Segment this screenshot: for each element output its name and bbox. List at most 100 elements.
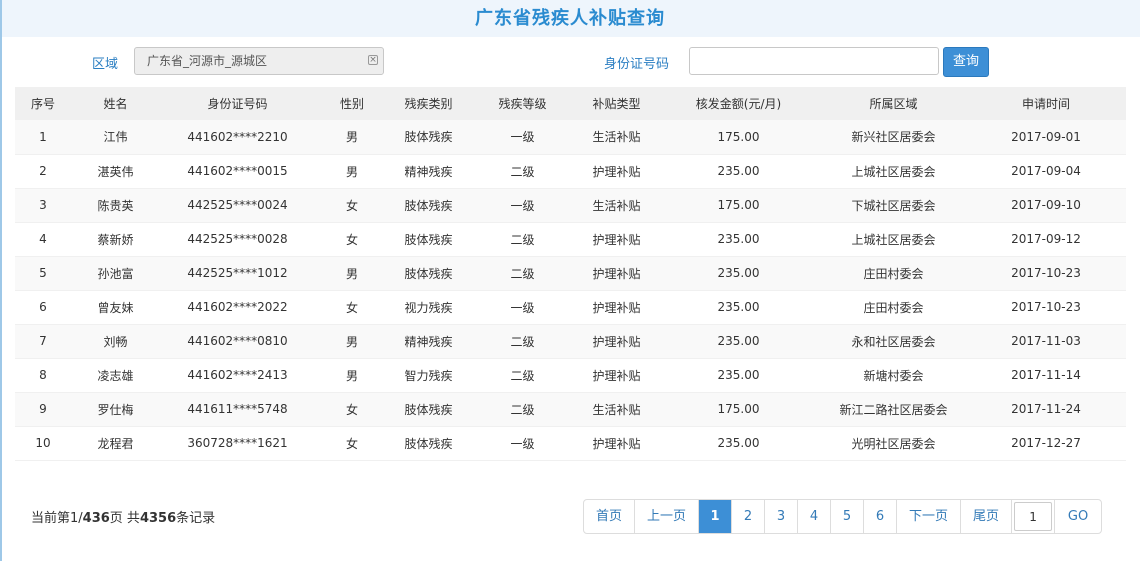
table-cell: 360728****1621 [160,426,315,461]
summary-middle: 页 共 [109,511,140,526]
table-cell: 女 [315,188,389,223]
table-cell: 235.00 [656,256,821,291]
table-cell: 庄田村委会 [821,256,966,291]
record-summary: 当前第1/436页 共4356条记录 [31,507,215,526]
table-cell: 442525****0028 [160,222,315,257]
table-cell: 二级 [468,392,577,427]
title-bar: 广东省残疾人补贴查询 [0,0,1140,37]
table-cell: 2017-11-03 [966,324,1126,359]
summary-suffix: 条记录 [176,511,216,526]
table-row: 5 孙池富 442525****1012 男肢体残疾 二级 护理补贴 235.00 庄田村委会… [15,256,1126,291]
column-header: 补贴类型 [577,87,656,120]
table-cell: 2017-09-04 [966,154,1126,189]
table-cell: 罗仕梅 [71,392,160,427]
table-cell: 2017-10-23 [966,256,1126,291]
table-cell: 护理补贴 [577,358,656,393]
page-button-5[interactable]: 5 [831,500,865,533]
table-cell: 8 [15,358,71,393]
go-button[interactable]: GO [1055,500,1101,533]
area-select[interactable]: 广东省_河源市_源城区 × [134,47,384,75]
table-cell: 智力残疾 [389,358,468,393]
table-cell: 10 [15,426,71,461]
table-cell: 陈贵英 [71,188,160,223]
table-cell: 235.00 [656,154,821,189]
table-cell: 肢体残疾 [389,426,468,461]
column-header: 序号 [15,87,71,120]
table-row: 7 刘畅 441602****0810 男精神残疾 二级 护理补贴 235.00 永和社区居委… [15,324,1126,359]
table-cell: 刘畅 [71,324,160,359]
table-cell: 龙程君 [71,426,160,461]
table-cell: 5 [15,256,71,291]
table-cell: 男 [315,324,389,359]
table-cell: 2017-10-23 [966,290,1126,325]
table-cell: 庄田村委会 [821,290,966,325]
table-cell: 235.00 [656,324,821,359]
column-header: 残疾等级 [468,87,577,120]
column-header: 姓名 [71,87,160,120]
next-page-button[interactable]: 下一页 [897,500,962,533]
table-cell: 235.00 [656,426,821,461]
table-cell: 2017-09-12 [966,222,1126,257]
table-cell: 2017-09-10 [966,188,1126,223]
prev-page-button[interactable]: 上一页 [635,500,700,533]
table-row: 6 曾友妹 441602****2022 女视力残疾 一级 护理补贴 235.00 庄田村委会… [15,290,1126,325]
results-table: 序号 姓名 身份证号码 性别 残疾类别 残疾等级 补贴类型 核发金额(元/月) … [15,87,1126,461]
table-cell: 护理补贴 [577,222,656,257]
id-number-label: 身份证号码 [604,57,670,72]
table-cell: 精神残疾 [389,154,468,189]
column-header: 身份证号码 [160,87,315,120]
table-cell: 2017-12-27 [966,426,1126,461]
table-cell: 新塘村委会 [821,358,966,393]
table-cell: 精神残疾 [389,324,468,359]
first-page-button[interactable]: 首页 [584,500,636,533]
page-button-3[interactable]: 3 [765,500,799,533]
table-cell: 男 [315,358,389,393]
table-cell: 生活补贴 [577,392,656,427]
table-cell: 235.00 [656,290,821,325]
table-cell: 男 [315,120,389,155]
table-cell: 441602****0015 [160,154,315,189]
table-cell: 441602****2022 [160,290,315,325]
table-cell: 护理补贴 [577,426,656,461]
table-cell: 视力残疾 [389,290,468,325]
table-cell: 442525****0024 [160,188,315,223]
table-cell: 曾友妹 [71,290,160,325]
query-button[interactable]: 查询 [943,47,989,77]
table-cell: 4 [15,222,71,257]
table-cell: 蔡新娇 [71,222,160,257]
page-jump-wrapper [1012,500,1056,533]
table-cell: 235.00 [656,222,821,257]
table-cell: 二级 [468,324,577,359]
table-row: 9 罗仕梅 441611****5748 女肢体残疾 二级 生活补贴 175.00 新江二路社… [15,392,1126,427]
id-number-input[interactable] [689,47,939,75]
table-row: 1 江伟 441602****2210 男肢体残疾 一级 生活补贴 175.00 新兴社区居委… [15,120,1126,155]
table-row: 10 龙程君 360728****1621 女肢体残疾 一级 护理补贴 235.00 光明社区… [15,426,1126,461]
table-cell: 441602****2210 [160,120,315,155]
table-cell: 永和社区居委会 [821,324,966,359]
table-cell: 新江二路社区居委会 [821,392,966,427]
page-button-1[interactable]: 1 [699,500,733,533]
column-header: 所属区域 [821,87,966,120]
table-cell: 6 [15,290,71,325]
table-cell: 175.00 [656,392,821,427]
page-jump-input[interactable] [1014,502,1053,531]
page-button-2[interactable]: 2 [732,500,766,533]
table-cell: 肢体残疾 [389,222,468,257]
table-cell: 175.00 [656,120,821,155]
last-page-button[interactable]: 尾页 [961,500,1013,533]
page-button-6[interactable]: 6 [864,500,898,533]
table-cell: 一级 [468,426,577,461]
column-header: 残疾类别 [389,87,468,120]
table-cell: 二级 [468,154,577,189]
table-cell: 江伟 [71,120,160,155]
table-cell: 凌志雄 [71,358,160,393]
table-cell: 2017-11-24 [966,392,1126,427]
table-cell: 上城社区居委会 [821,222,966,257]
table-cell: 7 [15,324,71,359]
clear-icon[interactable]: × [368,55,378,65]
table-cell: 441602****2413 [160,358,315,393]
table-cell: 护理补贴 [577,154,656,189]
column-header: 申请时间 [966,87,1126,120]
page-button-4[interactable]: 4 [798,500,832,533]
table-cell: 孙池富 [71,256,160,291]
